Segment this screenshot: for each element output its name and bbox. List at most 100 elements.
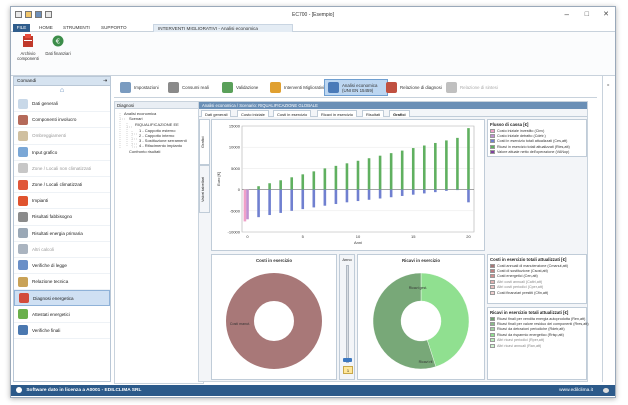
toolbar-button-2[interactable]: Validazione bbox=[218, 79, 262, 96]
toolbar-button-icon bbox=[222, 82, 233, 93]
legend-label: Altri costi annuali (Caltri,att) bbox=[497, 279, 543, 284]
vtab-grafici[interactable]: Grafici bbox=[199, 119, 210, 165]
properties-side-tab[interactable]: ▸ bbox=[606, 82, 611, 87]
nav-item-5[interactable]: Zone / Locali climatizzati bbox=[14, 177, 110, 194]
anno-label: Anno bbox=[342, 257, 352, 262]
nav-item-7[interactable]: Risultati fabbisogno bbox=[14, 209, 110, 226]
ribbon-tabs: FILE HOME STRUMENTI SUPPORTO INTERVENTI … bbox=[11, 24, 615, 32]
nav-item-9[interactable]: Altri calcoli bbox=[14, 242, 110, 258]
nav-item-icon bbox=[18, 179, 28, 190]
tree-node-scenari[interactable]: Scenari bbox=[129, 116, 143, 121]
bar bbox=[467, 128, 470, 190]
tree-node-riqualificazione[interactable]: RIQUALIFICAZIONE EE bbox=[135, 122, 179, 127]
toolbar-button-3[interactable]: Interventi Migliorativi bbox=[266, 79, 328, 96]
legend-label: Altri ricavi periodici (Rper,att) bbox=[497, 338, 545, 343]
tab-dati-generali[interactable]: Dati generali bbox=[201, 110, 232, 117]
toolbar-button-1[interactable]: Consumi reali bbox=[164, 79, 213, 96]
anno-slider-track[interactable] bbox=[346, 265, 349, 363]
toolbar-button-label: Consumi reali bbox=[182, 85, 209, 90]
license-text: Software dato in licenza a A0001 - EDILC… bbox=[26, 388, 142, 393]
toolbar-button-0[interactable]: Impostazioni bbox=[116, 79, 163, 96]
nav-item-2[interactable]: Ombreggiamenti bbox=[14, 128, 110, 145]
tab-costi-esercizio[interactable]: Costi in esercizio bbox=[273, 110, 312, 117]
bar bbox=[400, 150, 404, 190]
nav-item-label: Risultati energia primaria bbox=[32, 230, 83, 236]
legend-item[interactable]: Valore attuale netto dell'operazione (VA… bbox=[488, 150, 586, 155]
tab-grafici[interactable]: Grafici bbox=[389, 110, 410, 117]
bar bbox=[400, 189, 404, 196]
dati-finanziari-label: Dati finanziari bbox=[45, 51, 71, 56]
legend-item[interactable]: Ricavi finali per vendita energia autopr… bbox=[488, 316, 586, 321]
toolbar-button-5[interactable]: Relazione di diagnosi bbox=[382, 79, 446, 96]
tab-interventi-migliorativi[interactable]: INTERVENTI MIGLIORATIVI - Analisi econom… bbox=[153, 24, 293, 32]
dati-finanziari-button[interactable]: € Dati finanziari bbox=[45, 34, 71, 56]
nav-item-10[interactable]: Verifiche di legge bbox=[14, 258, 110, 275]
maximize-button[interactable]: □ bbox=[585, 10, 589, 19]
legend-label: Valore attuale netto dell'operazione (VA… bbox=[497, 150, 570, 155]
nav-item-1[interactable]: Componenti involucro bbox=[14, 112, 110, 129]
toolbar-button-6[interactable]: Relazione di sintesi bbox=[442, 79, 502, 96]
nav-item-8[interactable]: Risultati energia primaria bbox=[14, 226, 110, 242]
x-tick-label: 10 bbox=[356, 234, 361, 239]
tab-home[interactable]: HOME bbox=[39, 25, 53, 30]
home-icon[interactable]: ⌂ bbox=[14, 86, 110, 96]
tree-node-confronto[interactable]: Confronto risultati bbox=[129, 149, 160, 154]
website-link[interactable]: www.edilclima.it bbox=[559, 385, 593, 396]
nav-item-14[interactable]: Verifiche finali bbox=[14, 323, 110, 339]
pin-icon[interactable]: ⇥ bbox=[103, 77, 107, 86]
bar bbox=[389, 153, 393, 190]
toolbar-button-4[interactable]: Analisi economica (UNI EN 15459) bbox=[324, 79, 388, 96]
bar bbox=[356, 160, 360, 190]
vtab-valori-tabellari[interactable]: Valori tabellari bbox=[199, 165, 210, 213]
toolbar-button-icon bbox=[270, 82, 281, 93]
legend-item[interactable]: Costi finanziari prestiti (Cfin,att) bbox=[488, 290, 586, 295]
command-pane-title: Comandi bbox=[17, 79, 37, 84]
nav-item-label: Dati generali bbox=[32, 101, 58, 107]
nav-item-icon bbox=[18, 211, 28, 222]
bar bbox=[434, 142, 437, 190]
toolbar-button-icon bbox=[168, 82, 179, 93]
bar bbox=[367, 158, 371, 190]
bar bbox=[301, 189, 305, 210]
legend-swatch bbox=[490, 150, 495, 155]
minimize-button[interactable]: – bbox=[565, 10, 569, 19]
nav-item-12[interactable]: Diagnosi energetica bbox=[14, 290, 110, 307]
info-icon[interactable] bbox=[603, 388, 609, 393]
close-button[interactable]: ✕ bbox=[603, 10, 609, 19]
nav-item-label: Zone / Locali non climatizzati bbox=[32, 165, 91, 171]
nav-item-label: Verifiche finali bbox=[32, 327, 61, 333]
x-tick-label: 20 bbox=[466, 234, 471, 239]
tree-node-scenario-4[interactable]: 4 - Rifacimento impianto bbox=[139, 143, 182, 148]
tree-header: Diagnosi bbox=[115, 102, 203, 109]
legend-swatch bbox=[490, 332, 495, 337]
tab-supporto[interactable]: SUPPORTO bbox=[101, 25, 127, 30]
tab-costo-iniziale[interactable]: Costo iniziale bbox=[237, 110, 269, 117]
tab-risultati[interactable]: Risultati bbox=[362, 110, 385, 117]
anno-slider-thumb[interactable] bbox=[343, 358, 352, 362]
nav-item-0[interactable]: Dati generali bbox=[14, 96, 110, 113]
nav-item-label: Attestati energetici bbox=[32, 311, 70, 317]
tab-file[interactable]: FILE bbox=[13, 24, 30, 32]
tab-ricavi-esercizio[interactable]: Ricavi in esercizio bbox=[317, 110, 358, 117]
anno-value[interactable]: 1 bbox=[343, 366, 353, 374]
archivio-componenti-button[interactable]: Archivio componenti bbox=[15, 34, 41, 61]
nav-item-6[interactable]: Impianti bbox=[14, 193, 110, 210]
bar bbox=[411, 148, 415, 190]
nav-item-3[interactable]: Input grafico bbox=[14, 145, 110, 161]
tab-strumenti[interactable]: STRUMENTI bbox=[63, 25, 90, 30]
bar bbox=[367, 189, 371, 200]
legend-swatch bbox=[490, 327, 495, 332]
window-title: EC700 - [Esempio] bbox=[292, 12, 334, 18]
nav-item-label: Componenti involucro bbox=[32, 117, 77, 123]
license-icon bbox=[16, 386, 22, 393]
nav-item-13[interactable]: Attestati energetici bbox=[14, 306, 110, 323]
nav-item-4[interactable]: Zone / Locali non climatizzati bbox=[14, 161, 110, 177]
revenues-pie-panel: Ricavi in esercizio Ricavi gest. Ricavi r… bbox=[357, 254, 485, 380]
legend-label: Costi finanziari prestiti (Cfin,att) bbox=[497, 290, 549, 295]
nav-item-11[interactable]: Relazione tecnica bbox=[14, 274, 110, 291]
legend-item[interactable]: Ricavi finali per valore residuo dei com… bbox=[488, 321, 589, 327]
bar bbox=[411, 189, 415, 195]
legend-item[interactable]: Altri ricavi annuali (Ran,att) bbox=[488, 343, 586, 348]
bar bbox=[422, 189, 426, 194]
nav-item-label: Diagnosi energetica bbox=[33, 295, 74, 301]
